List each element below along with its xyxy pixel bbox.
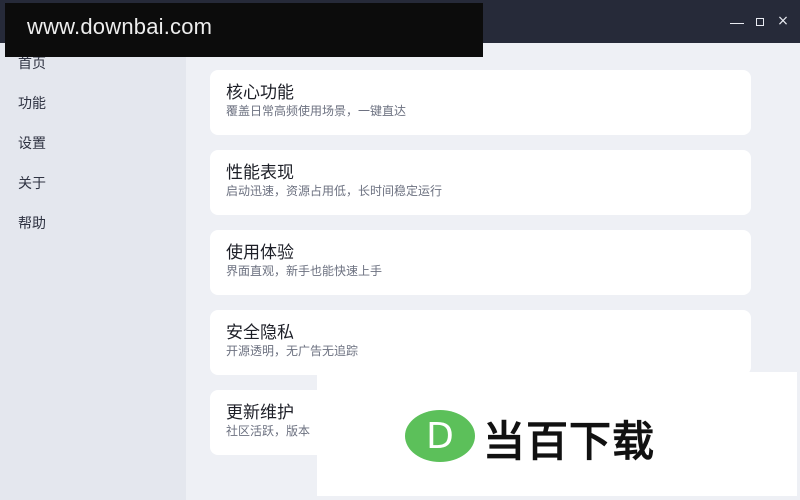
card-title: 安全隐私	[226, 323, 294, 343]
feature-card[interactable]: 核心功能 覆盖日常高频使用场景，一键直达	[210, 70, 751, 135]
card-title: 使用体验	[226, 243, 294, 263]
watermark-bottom: D 当百下载	[317, 372, 797, 496]
feature-card[interactable]: 使用体验 界面直观，新手也能快速上手	[210, 230, 751, 295]
card-description: 启动迅速，资源占用低，长时间稳定运行	[226, 184, 443, 198]
watermark-brand: 当百下载	[483, 417, 656, 466]
card-description: 社区活跃，版本	[226, 424, 311, 438]
minimize-button[interactable]	[730, 12, 744, 30]
card-title: 性能表现	[226, 163, 294, 183]
feature-card[interactable]: 安全隐私 开源透明，无广告无追踪	[210, 310, 751, 375]
maximize-button[interactable]	[753, 12, 767, 30]
card-description: 界面直观，新手也能快速上手	[226, 264, 383, 278]
maximize-icon	[756, 18, 764, 26]
app-window: × 首页 功能 设置 关于 帮助 核心功能 覆盖日常高频使用场景，一键直达 性能…	[0, 0, 800, 500]
watermark-top: www.downbai.com	[5, 3, 483, 57]
feature-card[interactable]: 性能表现 启动迅速，资源占用低，长时间稳定运行	[210, 150, 751, 215]
sidebar-item-about[interactable]: 关于	[18, 173, 46, 193]
card-title: 更新维护	[226, 403, 294, 423]
downbai-logo-icon: D	[405, 410, 475, 462]
minimize-icon	[730, 22, 744, 24]
window-controls: ×	[730, 12, 790, 30]
sidebar: 首页 功能 设置 关于 帮助	[0, 43, 186, 500]
close-icon: ×	[777, 13, 789, 29]
sidebar-item-settings[interactable]: 设置	[18, 133, 46, 153]
logo-letter: D	[426, 416, 454, 457]
card-description: 开源透明，无广告无追踪	[226, 344, 359, 358]
sidebar-item-features[interactable]: 功能	[18, 93, 46, 113]
card-description: 覆盖日常高频使用场景，一键直达	[226, 104, 407, 118]
sidebar-item-help[interactable]: 帮助	[18, 213, 46, 233]
watermark-url: www.downbai.com	[27, 14, 213, 39]
card-title: 核心功能	[226, 83, 294, 103]
close-button[interactable]: ×	[776, 12, 790, 30]
